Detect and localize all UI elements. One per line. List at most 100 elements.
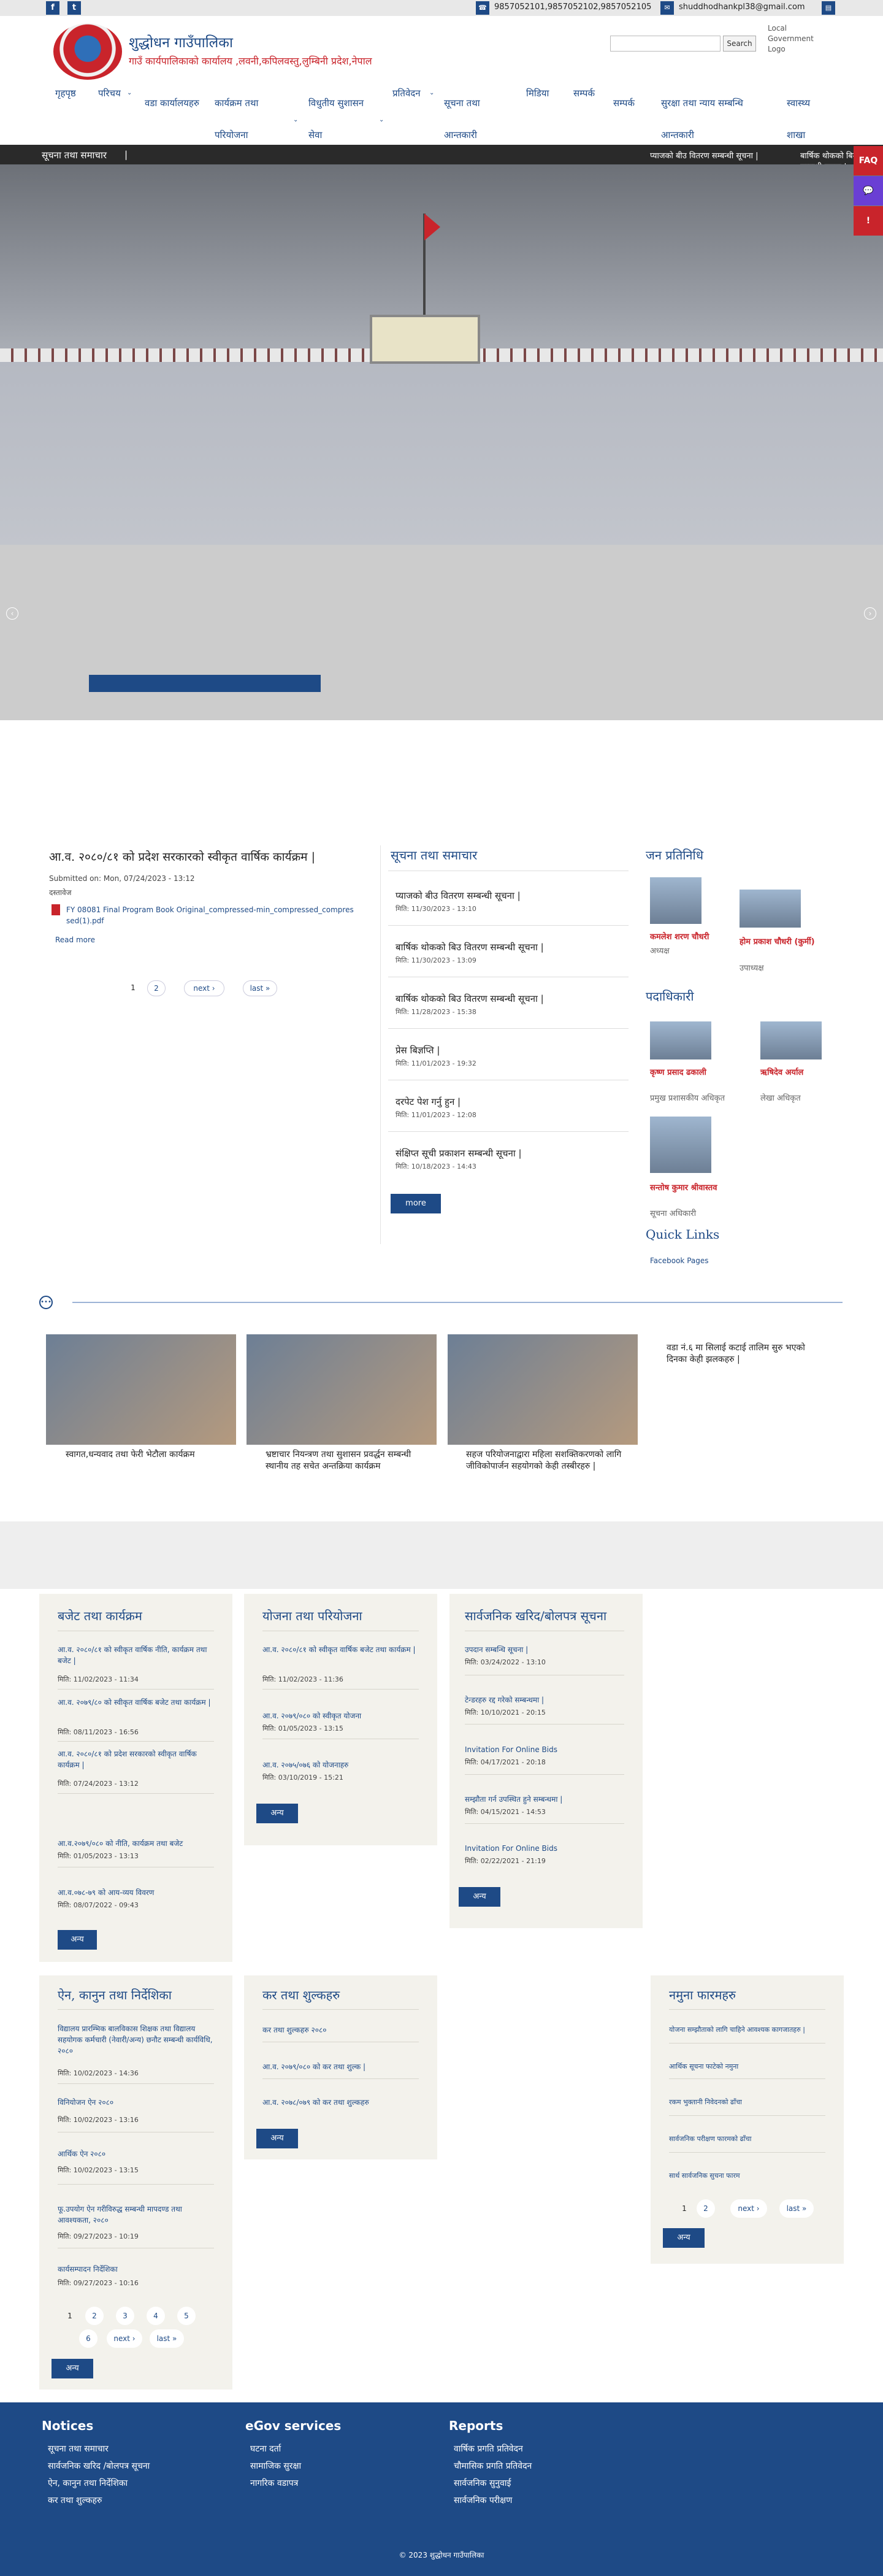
procurement-item[interactable]: Invitation For Online Bids — [465, 1843, 624, 1854]
footer-link[interactable]: सामाजिक सुरक्षा — [250, 2460, 301, 2472]
pager-4[interactable]: 4 — [147, 2307, 165, 2325]
pager-2[interactable]: 2 — [85, 2307, 104, 2325]
pager-3[interactable]: 3 — [116, 2307, 134, 2325]
projects-more-button[interactable]: अन्य — [256, 1804, 298, 1823]
project-item[interactable]: आ.व. २०७९/०८० को स्वीकृत योजना — [262, 1710, 419, 1721]
quick-link[interactable]: Facebook Pages — [650, 1256, 709, 1265]
footer-link[interactable]: वार्षिक प्रगति प्रतिवेदन — [454, 2443, 523, 2455]
act-item[interactable]: आर्थिक ऐन २०८० — [58, 2148, 214, 2159]
gallery-caption[interactable]: वडा नं.६ मा सिलाई कटाई तालिम सुरु भएको द… — [667, 1342, 808, 1366]
pager-2[interactable]: 2 — [697, 2199, 715, 2218]
footer-link[interactable]: कर तथा शुल्कहरु — [48, 2494, 102, 2506]
read-more-link[interactable]: Read more — [55, 936, 95, 944]
procurement-item[interactable]: सम्झौता गर्न उपस्थित हुने सम्बन्धमा | — [465, 1794, 624, 1805]
nav-health[interactable]: स्वास्थ्य शाखा — [787, 87, 824, 151]
official-name[interactable]: ऋषिदेव अर्याल — [760, 1066, 803, 1077]
pager-1[interactable]: 1 — [675, 2199, 694, 2218]
gallery-image[interactable] — [46, 1334, 236, 1445]
tax-more-button[interactable]: अन्य — [256, 2129, 298, 2148]
procurement-item[interactable]: टेन्डरहरु रद्द गरेको सम्बन्धमा | — [465, 1694, 624, 1705]
rep-name[interactable]: होम प्रकाश चौधरी (कुर्मी) — [740, 936, 815, 947]
municipality-logo[interactable] — [53, 23, 122, 80]
gallery-icon[interactable]: ••• — [39, 1296, 53, 1309]
procurement-item[interactable]: उपदान सम्बन्धि सूचना | — [465, 1644, 624, 1655]
act-item[interactable]: विनियोजन ऐन २०८० — [58, 2097, 214, 2108]
procurement-more-button[interactable]: अन्य — [459, 1887, 500, 1907]
act-item[interactable]: विद्यालय प्रारम्भिक बालविकास शिक्षक तथा … — [58, 2023, 214, 2056]
slider-next-icon[interactable]: › — [864, 607, 876, 620]
pager-6[interactable]: 6 — [79, 2329, 97, 2348]
tax-item[interactable]: कर तथा शुल्कहरु २०८० — [262, 2024, 419, 2036]
nav-home[interactable]: गृहपृष्ठ — [55, 87, 76, 99]
acts-more-button[interactable]: अन्य — [52, 2359, 93, 2378]
project-item[interactable]: आ.व. २०८०/८१ को स्वीकृत वार्षिक बजेट तथा… — [262, 1644, 419, 1655]
sitemap-icon[interactable]: ▤ — [822, 1, 835, 15]
budget-item[interactable]: आ.व. २०८०/८१ को प्रदेश सरकारको स्वीकृत व… — [58, 1748, 214, 1771]
tax-item[interactable]: आ.व. २०७९/०८० को कर तथा शुल्क | — [262, 2061, 419, 2072]
act-item[interactable]: फू.उपयोग ऐन गरीविरुद्ध सम्बन्धी मापदण्ड … — [58, 2204, 214, 2226]
tax-item[interactable]: आ.व. २०७८/०७९ को कर तथा शुल्कहरु — [262, 2097, 419, 2108]
footer-link[interactable]: सार्वजनिक सुनुवाई — [454, 2477, 511, 2489]
pager-next[interactable]: next › — [107, 2329, 142, 2348]
nav-e-governance[interactable]: विधुतीय सुशासन सेवा — [308, 87, 370, 151]
nav-security[interactable]: सुरक्षा तथा न्याय सम्बन्धि आन्तकारी — [661, 87, 771, 151]
gallery-image[interactable] — [247, 1334, 437, 1445]
article-file-link[interactable]: FY 08081 Final Program Book Original_com… — [66, 904, 354, 926]
pager-next[interactable]: next › — [184, 980, 224, 996]
official-name[interactable]: कृष्ण प्रसाद ढकाली — [650, 1066, 706, 1077]
form-item[interactable]: सार्थ सार्वजनिक सुचना फारम — [669, 2170, 825, 2182]
ticker-item[interactable]: प्याजको बीउ वितरण सम्बन्धी सूचना | — [650, 150, 759, 161]
gallery-caption[interactable]: स्वागत,धन्यवाद तथा फेरी भेटौला कार्यक्रम — [66, 1449, 231, 1461]
budget-item[interactable]: आ.व. २०७९/८० को स्वीकृत वार्षिक बजेट तथा… — [58, 1697, 214, 1708]
budget-item[interactable]: आ.व. २०८०/८१ को स्वीकृत वार्षिक नीति, का… — [58, 1644, 214, 1666]
news-item-title[interactable]: दरपेट पेश गर्नु हुन | — [396, 1096, 629, 1108]
email-address[interactable]: shuddhodhankpl38@gmail.com — [679, 2, 805, 12]
footer-link[interactable]: ऐन, कानुन तथा निर्देशिका — [48, 2477, 128, 2489]
form-item[interactable]: सार्वजनिक परीक्षण फारमको ढाँचा — [669, 2134, 825, 2145]
pager-1[interactable]: 1 — [61, 2307, 79, 2325]
news-item-title[interactable]: बार्षिक थोकको बिउ वितरण सम्बन्धी सूचना | — [396, 941, 629, 953]
official-name[interactable]: सन्तोष कुमार श्रीवास्तव — [650, 1182, 717, 1193]
footer-link[interactable]: चौमासिक प्रगति प्रतिवेदन — [454, 2460, 532, 2472]
procurement-item[interactable]: Invitation For Online Bids — [465, 1744, 624, 1755]
alert-icon[interactable]: ! — [854, 206, 883, 236]
news-item[interactable]: प्रेस बिज्ञप्ति | मिति: 11/01/2023 - 19:3… — [396, 1044, 629, 1068]
form-item[interactable]: रकम भुक्तानी निवेदनको ढाँचा — [669, 2097, 825, 2108]
pager-5[interactable]: 5 — [177, 2307, 196, 2325]
search-input[interactable] — [610, 36, 721, 52]
search-button[interactable]: Search — [723, 36, 756, 52]
nav-reports[interactable]: प्रतिवेदन — [392, 87, 421, 99]
nav-media[interactable]: मिडिया — [526, 87, 549, 99]
footer-link[interactable]: सूचना तथा समाचार — [48, 2443, 109, 2455]
facebook-icon[interactable]: f — [46, 1, 59, 15]
pager-1[interactable]: 1 — [126, 980, 140, 996]
gallery-caption[interactable]: भ्रष्टाचार नियन्त्रण तथा सुशासन प्रवर्द्… — [266, 1449, 431, 1472]
rep-name[interactable]: कमलेश शरण चौधरी — [650, 931, 709, 942]
site-title[interactable]: शुद्धोधन गाउँपालिका — [129, 32, 233, 52]
news-item-title[interactable]: प्रेस बिज्ञप्ति | — [396, 1044, 629, 1056]
nav-contact[interactable]: सम्पर्क — [573, 87, 595, 99]
footer-link[interactable]: घटना दर्ता — [250, 2443, 281, 2455]
gallery-caption[interactable]: सहज परियोजनाद्वारा महिला सशक्तिकरणको लाग… — [466, 1449, 632, 1472]
gallery-image[interactable] — [448, 1334, 638, 1445]
news-item-title[interactable]: बार्षिक थोकको बिउ वितरण सम्बन्धी सूचना | — [396, 993, 629, 1005]
article-title[interactable]: आ.व. २०८०/८१ को प्रदेश सरकारको स्वीकृत व… — [49, 848, 315, 864]
faq-icon[interactable]: FAQ — [854, 146, 883, 175]
pager-last[interactable]: last » — [243, 980, 277, 996]
budget-more-button[interactable]: अन्य — [58, 1930, 97, 1950]
budget-item[interactable]: आ.व.०७८-७९ को आय-व्यय विवरण — [58, 1887, 214, 1898]
news-item-title[interactable]: संक्षिप्त सूची प्रकाशन सम्बन्धी सूचना | — [396, 1147, 629, 1159]
chat-icon[interactable]: 💬 — [854, 176, 883, 206]
news-item-title[interactable]: प्याजको बीउ वितरण सम्बन्धी सूचना | — [396, 890, 629, 902]
form-item[interactable]: आर्थिक सूचना फाटेको नमुना — [669, 2061, 825, 2072]
news-item[interactable]: प्याजको बीउ वितरण सम्बन्धी सूचना | मिति: … — [396, 890, 629, 913]
slider-prev-icon[interactable]: ‹ — [6, 607, 18, 620]
footer-link[interactable]: सार्वजनिक खरिद /बोलपत्र सूचना — [48, 2460, 150, 2472]
project-item[interactable]: आ.व. २०७५/०७६ को योजनाहरु — [262, 1759, 419, 1771]
nav-programs[interactable]: कार्यक्रम तथा परियोजना — [215, 87, 276, 151]
footer-link[interactable]: सार्वजनिक परीक्षण — [454, 2494, 512, 2506]
pager-next[interactable]: next › — [730, 2199, 767, 2218]
nav-contact-2[interactable]: सम्पर्क — [613, 87, 638, 119]
nav-ward-offices[interactable]: वडा कार्यालयहरु — [145, 87, 200, 119]
budget-item[interactable]: आ.व.२०७९/०८० को नीति, कार्यक्रम तथा बजेट — [58, 1838, 214, 1849]
